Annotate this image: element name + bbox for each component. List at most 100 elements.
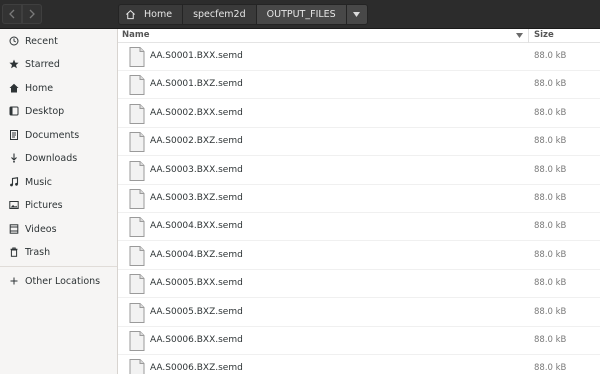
header-bar: Home specfem2d OUTPUT_FILES	[0, 0, 600, 29]
chevron-left-icon	[9, 9, 15, 19]
clock-icon	[9, 36, 19, 46]
table-row[interactable]: AA.S0004.BXX.semd 88.0 kB	[118, 213, 600, 242]
table-row[interactable]: AA.S0006.BXZ.semd 88.0 kB	[118, 355, 600, 374]
sidebar-item-label: Pictures	[25, 199, 63, 211]
picture-icon	[9, 200, 19, 210]
sidebar-item-label: Other Locations	[25, 275, 101, 287]
column-size-header[interactable]: Size	[534, 30, 554, 40]
sidebar-item-label: Documents	[25, 129, 80, 141]
file-icon	[129, 331, 145, 351]
file-size: 88.0 kB	[534, 363, 567, 374]
table-row[interactable]: AA.S0006.BXX.semd 88.0 kB	[118, 327, 600, 355]
file-name: AA.S0003.BXX.semd	[150, 164, 243, 175]
file-icon	[129, 302, 145, 323]
sidebar-item-music[interactable]: Music	[0, 171, 117, 193]
file-size: 88.0 kB	[534, 335, 567, 345]
file-name: AA.S0002.BXZ.semd	[150, 136, 243, 147]
sidebar-item-label: Music	[25, 176, 53, 188]
file-size: 88.0 kB	[534, 278, 567, 289]
chevron-right-icon	[29, 9, 35, 19]
file-name: AA.S0001.BXX.semd	[150, 51, 243, 61]
table-row[interactable]: AA.S0002.BXZ.semd 88.0 kB	[118, 128, 600, 157]
sidebar-item-documents[interactable]: Documents	[0, 124, 117, 146]
file-name: AA.S0003.BXZ.semd	[150, 193, 243, 203]
forward-button[interactable]	[22, 4, 42, 24]
sidebar-item-label: Trash	[25, 246, 51, 258]
breadcrumb-specfem2d[interactable]: specfem2d	[182, 4, 256, 25]
sidebar-item-recent[interactable]: Recent	[0, 30, 117, 52]
column-divider[interactable]	[528, 29, 529, 43]
sidebar-item-label: Desktop	[25, 105, 65, 117]
file-name: AA.S0002.BXX.semd	[150, 107, 243, 118]
file-icon	[129, 103, 145, 124]
file-name: AA.S0001.BXZ.semd	[150, 79, 243, 90]
star-icon	[9, 59, 19, 69]
table-row[interactable]: AA.S0001.BXX.semd 88.0 kB	[118, 43, 600, 71]
breadcrumb-output-files-label: OUTPUT_FILES	[266, 9, 336, 20]
file-size: 88.0 kB	[534, 221, 567, 232]
plus-icon	[9, 276, 19, 286]
file-list: Name Size AA.S0001.BXX.semd 88.0 kB AA.S00…	[118, 29, 600, 374]
trash-icon	[9, 247, 19, 257]
video-icon	[9, 224, 19, 234]
sidebar-item-videos[interactable]: Videos	[0, 218, 117, 240]
file-name: AA.S0005.BXX.semd	[150, 278, 243, 289]
sort-descending-icon[interactable]	[516, 33, 523, 38]
file-name: AA.S0004.BXX.semd	[150, 221, 243, 232]
back-button[interactable]	[2, 4, 22, 24]
file-icon	[129, 245, 145, 266]
file-size: 88.0 kB	[534, 51, 567, 61]
table-row[interactable]: AA.S0004.BXZ.semd 88.0 kB	[118, 242, 600, 270]
file-icon	[129, 189, 145, 209]
breadcrumb: Home specfem2d OUTPUT_FILES	[118, 4, 368, 25]
sidebar-item-downloads[interactable]: Downloads	[0, 147, 117, 169]
table-row[interactable]: AA.S0005.BXZ.semd 88.0 kB	[118, 299, 600, 327]
table-row[interactable]: AA.S0002.BXX.semd 88.0 kB	[118, 100, 600, 128]
breadcrumb-output-files[interactable]: OUTPUT_FILES	[255, 4, 346, 25]
table-row[interactable]: AA.S0005.BXX.semd 88.0 kB	[118, 270, 600, 299]
home-icon	[126, 9, 135, 20]
sidebar-divider	[0, 266, 117, 267]
sidebar-item-trash[interactable]: Trash	[0, 241, 117, 263]
file-size: 88.0 kB	[534, 249, 567, 260]
file-icon	[129, 359, 145, 374]
document-icon	[9, 130, 19, 140]
sidebar-item-desktop[interactable]: Desktop	[0, 100, 117, 122]
sidebar-item-pictures[interactable]: Pictures	[0, 194, 117, 216]
column-name-header[interactable]: Name	[122, 30, 149, 40]
file-size: 88.0 kB	[534, 164, 567, 175]
sidebar-item-label: Downloads	[25, 152, 78, 164]
file-size: 88.0 kB	[534, 136, 567, 147]
sidebar-item-label: Recent	[25, 35, 58, 47]
desktop-icon	[9, 106, 19, 116]
file-name: AA.S0006.BXX.semd	[150, 335, 243, 345]
file-icon	[129, 217, 145, 238]
home-icon	[9, 83, 19, 93]
breadcrumb-specfem2d-label: specfem2d	[193, 9, 246, 20]
table-row[interactable]: AA.S0001.BXZ.semd 88.0 kB	[118, 71, 600, 100]
music-icon	[9, 177, 19, 187]
download-icon	[9, 153, 19, 163]
sidebar: Recent Starred Home Desktop Documents Do…	[0, 29, 118, 374]
file-name: AA.S0006.BXZ.semd	[150, 363, 243, 374]
table-row[interactable]: AA.S0003.BXZ.semd 88.0 kB	[118, 185, 600, 213]
path-dropdown-button[interactable]	[345, 4, 368, 25]
file-size: 88.0 kB	[534, 306, 567, 317]
file-icon	[129, 160, 145, 181]
sidebar-item-starred[interactable]: Starred	[0, 53, 117, 75]
file-icon	[129, 47, 145, 67]
file-name: AA.S0005.BXZ.semd	[150, 306, 243, 317]
sidebar-item-label: Home	[25, 82, 54, 94]
sidebar-item-other-locations[interactable]: Other Locations	[0, 270, 117, 292]
sidebar-item-home[interactable]: Home	[0, 77, 117, 99]
file-size: 88.0 kB	[534, 79, 567, 90]
triangle-down-icon	[353, 12, 361, 17]
file-icon	[129, 75, 145, 96]
table-row[interactable]: AA.S0003.BXX.semd 88.0 kB	[118, 157, 600, 185]
file-size: 88.0 kB	[534, 193, 567, 203]
file-name: AA.S0004.BXZ.semd	[150, 249, 243, 260]
breadcrumb-home[interactable]: Home	[118, 4, 183, 25]
column-header: Name Size	[118, 29, 600, 43]
sidebar-item-label: Starred	[25, 58, 60, 70]
breadcrumb-home-label: Home	[144, 9, 173, 20]
